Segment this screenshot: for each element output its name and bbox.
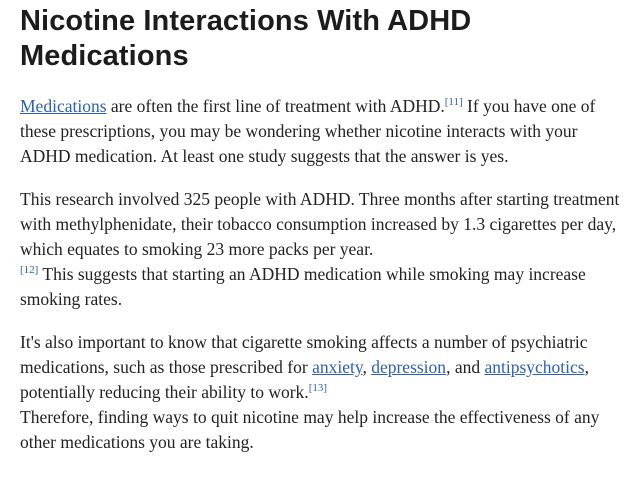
antipsychotics-link[interactable]: antipsychotics [484, 357, 584, 377]
paragraph-research: This research involved 325 people with A… [20, 187, 624, 312]
depression-link[interactable]: depression [371, 357, 446, 377]
paragraph-text: are often the first line of treatment wi… [106, 96, 445, 116]
paragraph-medications-intro: Medications are often the first line of … [20, 94, 624, 169]
separator-text: , and [446, 357, 485, 377]
anxiety-link[interactable]: anxiety [312, 357, 362, 377]
citation-ref-13[interactable]: [13] [309, 382, 327, 394]
article-heading: Nicotine Interactions With ADHD Medicati… [20, 5, 472, 72]
paragraph-text: Therefore, finding ways to quit nicotine… [20, 407, 600, 452]
separator-text: , [362, 357, 372, 377]
citation-ref-11[interactable]: [11] [445, 96, 463, 108]
medications-link[interactable]: Medications [20, 96, 107, 116]
citation-ref-12[interactable]: [12] [20, 264, 38, 276]
paragraph-text: This research involved 325 people with A… [20, 189, 620, 259]
article: Nicotine Interactions With ADHD Medicati… [20, 0, 624, 455]
paragraph-psychiatric-medications: It's also important to know that cigaret… [20, 330, 624, 455]
paragraph-text: This suggests that starting an ADHD medi… [20, 264, 586, 309]
